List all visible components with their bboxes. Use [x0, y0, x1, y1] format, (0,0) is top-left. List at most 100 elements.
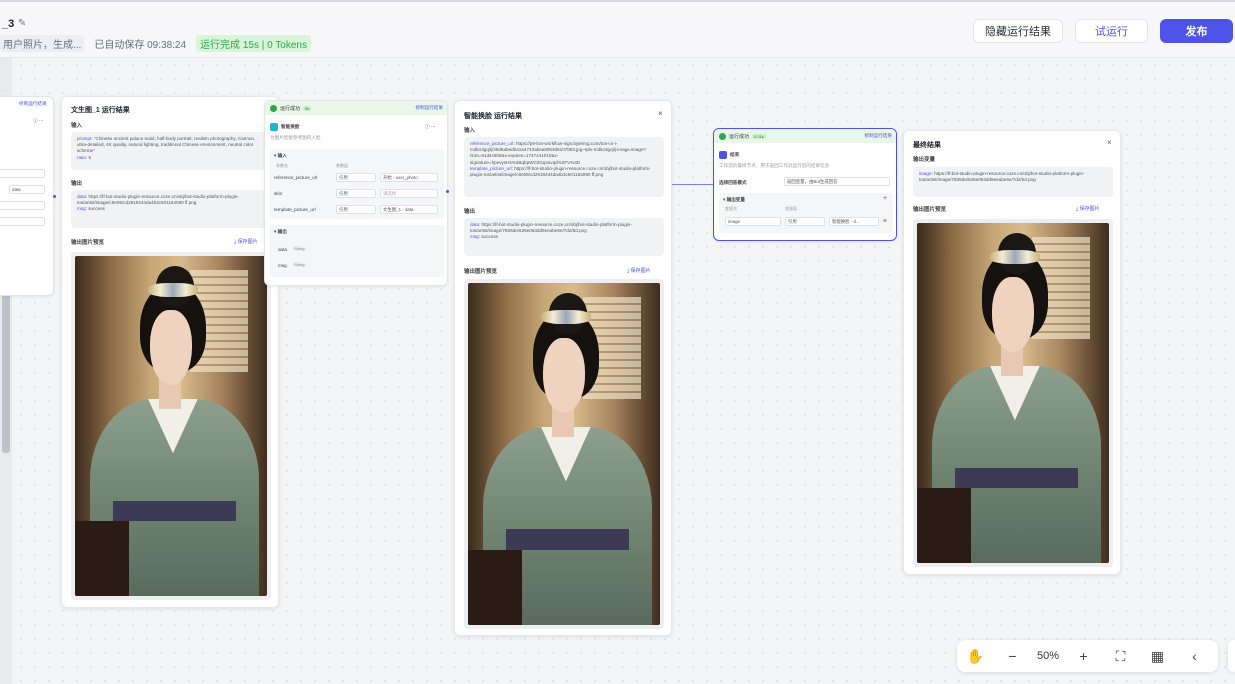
param-name: template_picture_url: [274, 207, 316, 212]
save-image-button[interactable]: ⤓ 保存图片: [627, 267, 651, 274]
input-json: reference_picture_url: https://p9-bot-wo…: [464, 137, 664, 197]
output-name: data: [278, 247, 287, 252]
zoom-out-button[interactable]: −: [994, 640, 1031, 672]
output-type: String: [292, 262, 307, 267]
param-name: skin: [274, 191, 283, 196]
start-node-partial[interactable]: 修制运行结果 ⓘ ⋯ data: [0, 96, 54, 296]
input-section: ▾ 输入 参数名 参数值 reference_picture_url 引用 开始…: [270, 149, 444, 219]
copy-result-link[interactable]: 修制运行结果: [19, 101, 47, 107]
collapse-icon[interactable]: ‹: [1176, 640, 1213, 672]
output-label: 输出: [464, 209, 476, 215]
param-mode-select[interactable]: 引用: [336, 189, 376, 198]
connection-edge: [672, 184, 714, 185]
autosave-status: 已自动保存 09:38:24: [94, 40, 187, 51]
answer-mode-select[interactable]: 返回变量，由Bot生成回答: [784, 177, 890, 186]
param-select[interactable]: [0, 169, 45, 178]
connection-port[interactable]: [446, 190, 449, 193]
fit-view-icon[interactable]: ⛶: [1102, 640, 1139, 672]
param-mode-select[interactable]: 引用: [336, 205, 376, 214]
preview-label: 输出图片预览: [71, 240, 105, 246]
save-image-button[interactable]: ⤓ 保存图片: [234, 238, 258, 245]
output-image-preview: [464, 279, 664, 629]
zoom-level[interactable]: 50%: [1031, 650, 1065, 662]
node-title: 智能换脸: [281, 124, 300, 129]
param-select-value[interactable]: data: [9, 185, 45, 194]
end-node[interactable]: 运行成功 0.01s 修制运行结果 结束 工作流的最终节点，用于返回工作流运行后…: [713, 128, 897, 241]
node-menu-icon[interactable]: ⓘ ⋯: [425, 124, 435, 130]
node-time: 0.01s: [752, 133, 766, 139]
node-subtitle: 为图片智能参考图的人脸: [270, 135, 321, 140]
preview-label: 输出图片预览: [913, 207, 947, 213]
copy-result-link[interactable]: 修制运行结果: [415, 105, 443, 111]
input-label: 输入: [464, 128, 476, 134]
output-json: data: https://lf-bot-studio-plugin-resou…: [71, 190, 271, 228]
success-icon: [719, 132, 726, 140]
param-value-select[interactable]: 文生图_1 - data: [380, 205, 438, 214]
end-icon: [719, 151, 727, 159]
param-name: reference_picture_url: [274, 175, 318, 180]
input-label: 输入: [71, 123, 83, 129]
node-menu-icon[interactable]: ⓘ ⋯: [33, 118, 43, 124]
output-label: ▾ 输出: [274, 229, 287, 234]
panel-title: 智能换脸 运行结果: [464, 113, 522, 120]
output-image-preview: [71, 252, 271, 600]
workflow-name: _3: [2, 18, 15, 30]
variable-value-select[interactable]: 智能换脸 - d...: [829, 217, 879, 226]
output-name: msg: [278, 263, 287, 268]
add-variable-button[interactable]: +: [883, 195, 887, 202]
workflow-description: 用户照片，生成...: [0, 35, 85, 52]
variable-mode-select[interactable]: 引用: [785, 217, 825, 226]
output-image-preview: [913, 219, 1113, 567]
node-time: 9s: [303, 105, 312, 111]
node-status: 运行成功: [280, 105, 301, 112]
input-json: prompt: "Chinese ancient palace maid, ha…: [71, 132, 271, 170]
copy-result-link[interactable]: 修制运行结果: [864, 133, 892, 139]
param-select[interactable]: [0, 201, 45, 210]
edit-icon[interactable]: ✎: [18, 18, 26, 29]
col-value: 变量值: [785, 206, 797, 211]
param-value-select[interactable]: 请选择: [380, 189, 438, 198]
portrait-image: [468, 283, 660, 625]
minimap-icon[interactable]: ▦: [1139, 640, 1176, 672]
remove-variable-icon[interactable]: ⊖: [883, 218, 887, 224]
close-icon[interactable]: ×: [1107, 138, 1112, 147]
faceswap-node[interactable]: 运行成功 9s 修制运行结果 智能换脸 ⓘ ⋯ 为图片智能参考图的人脸 ▾ 输入…: [264, 100, 448, 286]
final-result-panel: 最终结果 × 输出变量 image: https://lf-bot-studio…: [903, 130, 1121, 575]
output-json: data: https://lf-bot-studio-plugin-resou…: [464, 218, 664, 256]
output-label: 输出: [71, 181, 83, 187]
col-name: 参数名: [276, 163, 288, 168]
connection-port[interactable]: [53, 195, 56, 198]
publish-button[interactable]: 发布: [1160, 19, 1233, 43]
output-section: ▾ 输出 data String msg String: [270, 225, 444, 277]
wenshengtu-result-panel: 文生图_1 运行结果 输入 prompt: "Chinese ancient p…: [61, 96, 279, 608]
close-icon[interactable]: ×: [658, 109, 663, 118]
param-select[interactable]: [0, 217, 45, 226]
test-run-button[interactable]: 试运行: [1075, 19, 1148, 43]
portrait-image: [917, 223, 1109, 563]
plugin-icon: [270, 123, 278, 131]
preview-label: 输出图片预览: [464, 269, 498, 275]
panel-title: 文生图_1 运行结果: [71, 107, 130, 114]
output-type: String: [292, 246, 307, 251]
input-label: ▾ 输入: [274, 153, 287, 158]
node-status: 运行成功: [729, 133, 750, 140]
save-image-button[interactable]: ⤓ 保存图片: [1076, 205, 1100, 212]
param-value-select[interactable]: 开始 - user_photo: [380, 173, 438, 182]
zoom-in-button[interactable]: +: [1065, 640, 1102, 672]
panel-title: 最终结果: [913, 142, 941, 149]
success-icon: [270, 104, 277, 112]
col-name: 变量名: [725, 206, 737, 211]
col-value: 参数值: [336, 163, 348, 168]
side-panel-stub[interactable]: [1228, 640, 1235, 672]
variable-name-input[interactable]: image: [725, 217, 781, 226]
hide-results-button[interactable]: 隐藏运行结果: [973, 19, 1063, 43]
canvas-toolbar: ✋ − 50% + ⛶ ▦ ‹: [957, 640, 1218, 672]
param-mode-select[interactable]: 引用: [336, 173, 376, 182]
top-header: _3 ✎ 用户照片，生成... 已自动保存 09:38:24 运行完成 15s …: [0, 0, 1235, 58]
hand-icon[interactable]: ✋: [957, 640, 994, 672]
faceswap-result-panel: 智能换脸 运行结果 × 输入 reference_picture_url: ht…: [454, 100, 672, 636]
portrait-image: [75, 256, 267, 596]
node-subtitle: 工作流的最终节点，用于返回工作流运行后的结果信息: [719, 163, 830, 168]
output-json: image: https://lf-bot-studio-plugin-reso…: [913, 167, 1113, 197]
run-status-badge: 运行完成 15s | 0 Tokens: [196, 35, 311, 52]
